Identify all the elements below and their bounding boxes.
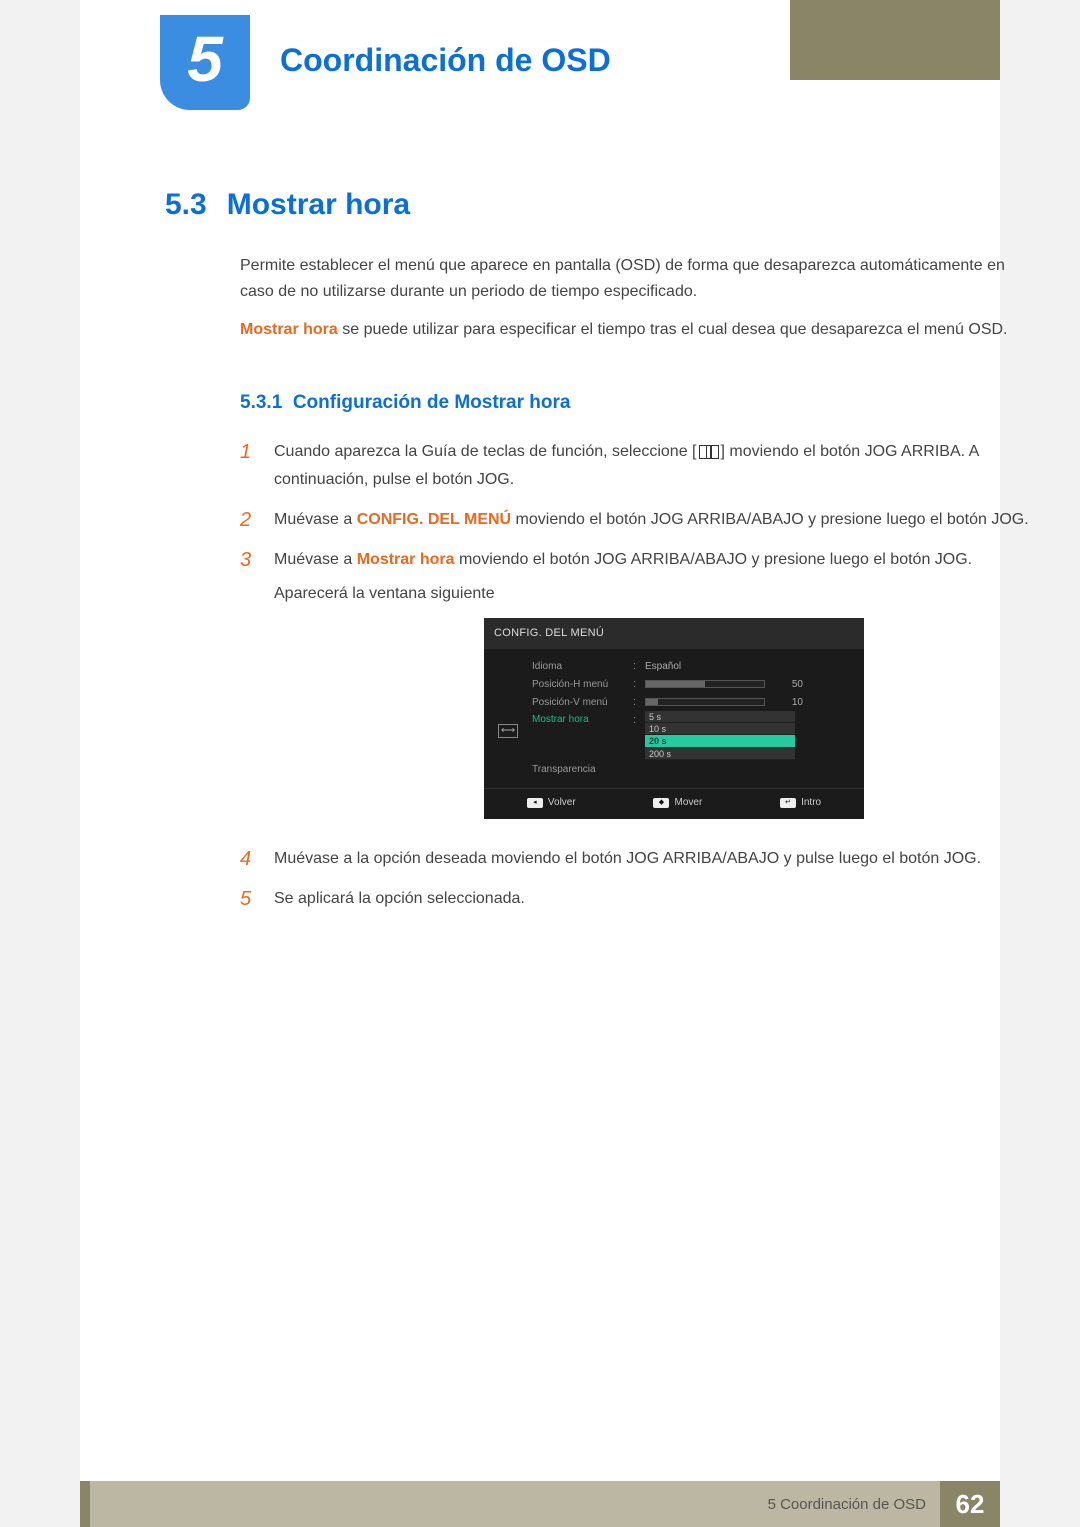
chapter-title: Coordinación de OSD xyxy=(280,42,611,79)
step-text: Muévase a CONFIG. DEL MENÚ moviendo el b… xyxy=(274,506,1050,534)
intro-bold: Mostrar hora xyxy=(240,321,338,338)
osd-row-posh: Posición-H menú : 50 xyxy=(532,675,854,693)
osd-row-mostrar: Mostrar hora : 5 s 10 s 20 s 200 s xyxy=(532,711,854,760)
enter-key-icon: ↵ xyxy=(780,798,796,808)
step-text: Muévase a la opción deseada moviendo el … xyxy=(274,845,1050,873)
step-number: 5 xyxy=(240,885,258,913)
osd-option: 200 s xyxy=(645,748,795,760)
osd-label: Idioma xyxy=(532,658,627,676)
intro-paragraph-2: Mostrar hora se puede utilizar para espe… xyxy=(240,317,1040,343)
footer-label: 5 Coordinación de OSD xyxy=(80,1481,940,1527)
osd-options: 5 s 10 s 20 s 200 s xyxy=(645,711,795,760)
osd-footer-mover: ◆ Mover xyxy=(653,794,702,812)
move-key-icon: ◆ xyxy=(653,798,669,808)
osd-footer-label: Volver xyxy=(548,794,576,812)
osd-label-selected: Mostrar hora xyxy=(532,711,627,729)
step-2-post: moviendo el botón JOG ARRIBA/ABAJO y pre… xyxy=(511,511,1029,528)
osd-footer-intro: ↵ Intro xyxy=(780,794,821,812)
step-3-line2: Aparecerá la ventana siguiente xyxy=(274,585,495,602)
osd-slider xyxy=(645,698,765,706)
osd-title: CONFIG. DEL MENÚ xyxy=(484,618,864,649)
step-3-pre: Muévase a xyxy=(274,551,357,568)
section-heading: 5.3 Mostrar hora xyxy=(165,188,410,222)
step-number: 2 xyxy=(240,506,258,534)
return-icon: ⟷ xyxy=(498,724,518,738)
subsection-number: 5.3.1 xyxy=(240,392,282,413)
osd-footer: ◂ Volver ◆ Mover ↵ Intro xyxy=(484,788,864,815)
step-1-pre: Cuando aparezca la Guía de teclas de fun… xyxy=(274,443,697,460)
osd-value: 10 xyxy=(779,694,803,712)
osd-option: 5 s xyxy=(645,711,795,723)
step-text: Se aplicará la opción seleccionada. xyxy=(274,885,1050,913)
page-number: 62 xyxy=(940,1481,1000,1527)
page: 5 Coordinación de OSD 5.3 Mostrar hora P… xyxy=(80,0,1000,1527)
step-number: 3 xyxy=(240,546,258,833)
step-2: 2 Muévase a CONFIG. DEL MENÚ moviendo el… xyxy=(240,506,1050,534)
step-2-pre: Muévase a xyxy=(274,511,357,528)
intro-rest: se puede utilizar para especificar el ti… xyxy=(338,321,1008,338)
osd-row-idioma: Idioma : Español xyxy=(532,657,854,675)
top-accent-bar xyxy=(790,0,1000,80)
step-1: 1 Cuando aparezca la Guía de teclas de f… xyxy=(240,438,1050,494)
section-title: Mostrar hora xyxy=(227,188,410,222)
osd-slider xyxy=(645,680,765,688)
osd-option: 10 s xyxy=(645,723,795,735)
osd-option-active: 20 s xyxy=(645,735,795,748)
osd-row-posv: Posición-V menú : 10 xyxy=(532,693,854,711)
step-3-post: moviendo el botón JOG ARRIBA/ABAJO y pre… xyxy=(455,551,973,568)
osd-label: Posición-H menú xyxy=(532,676,627,694)
osd-left-column: ⟷ xyxy=(494,657,522,778)
osd-footer-label: Intro xyxy=(801,794,821,812)
osd-window: CONFIG. DEL MENÚ ⟷ Idioma : Español xyxy=(484,618,864,819)
step-3: 3 Muévase a Mostrar hora moviendo el bot… xyxy=(240,546,1050,833)
step-text: Muévase a Mostrar hora moviendo el botón… xyxy=(274,546,1050,833)
steps-list: 1 Cuando aparezca la Guía de teclas de f… xyxy=(240,438,1050,925)
osd-label: Posición-V menú xyxy=(532,694,627,712)
menu-icon xyxy=(699,445,719,459)
step-4: 4 Muévase a la opción deseada moviendo e… xyxy=(240,845,1050,873)
subsection-heading: 5.3.1 Configuración de Mostrar hora xyxy=(240,392,570,414)
osd-footer-label: Mover xyxy=(674,794,702,812)
step-text: Cuando aparezca la Guía de teclas de fun… xyxy=(274,438,1050,494)
back-key-icon: ◂ xyxy=(527,798,543,808)
osd-row-trans: Transparencia xyxy=(532,760,854,778)
step-number: 1 xyxy=(240,438,258,494)
intro-paragraph-1: Permite establecer el menú que aparece e… xyxy=(240,253,1040,306)
osd-value: 50 xyxy=(779,676,803,694)
step-5: 5 Se aplicará la opción seleccionada. xyxy=(240,885,1050,913)
osd-label: Transparencia xyxy=(532,761,627,779)
subsection-title: Configuración de Mostrar hora xyxy=(293,392,571,413)
step-2-bold: CONFIG. DEL MENÚ xyxy=(357,511,511,528)
step-3-bold: Mostrar hora xyxy=(357,551,455,568)
footer-left-accent xyxy=(80,1481,90,1527)
footer-bar: 5 Coordinación de OSD 62 xyxy=(80,1481,1000,1527)
chapter-number-badge: 5 xyxy=(160,15,250,110)
osd-value: Español xyxy=(645,658,681,676)
step-number: 4 xyxy=(240,845,258,873)
section-number: 5.3 xyxy=(165,188,207,222)
osd-footer-volver: ◂ Volver xyxy=(527,794,576,812)
